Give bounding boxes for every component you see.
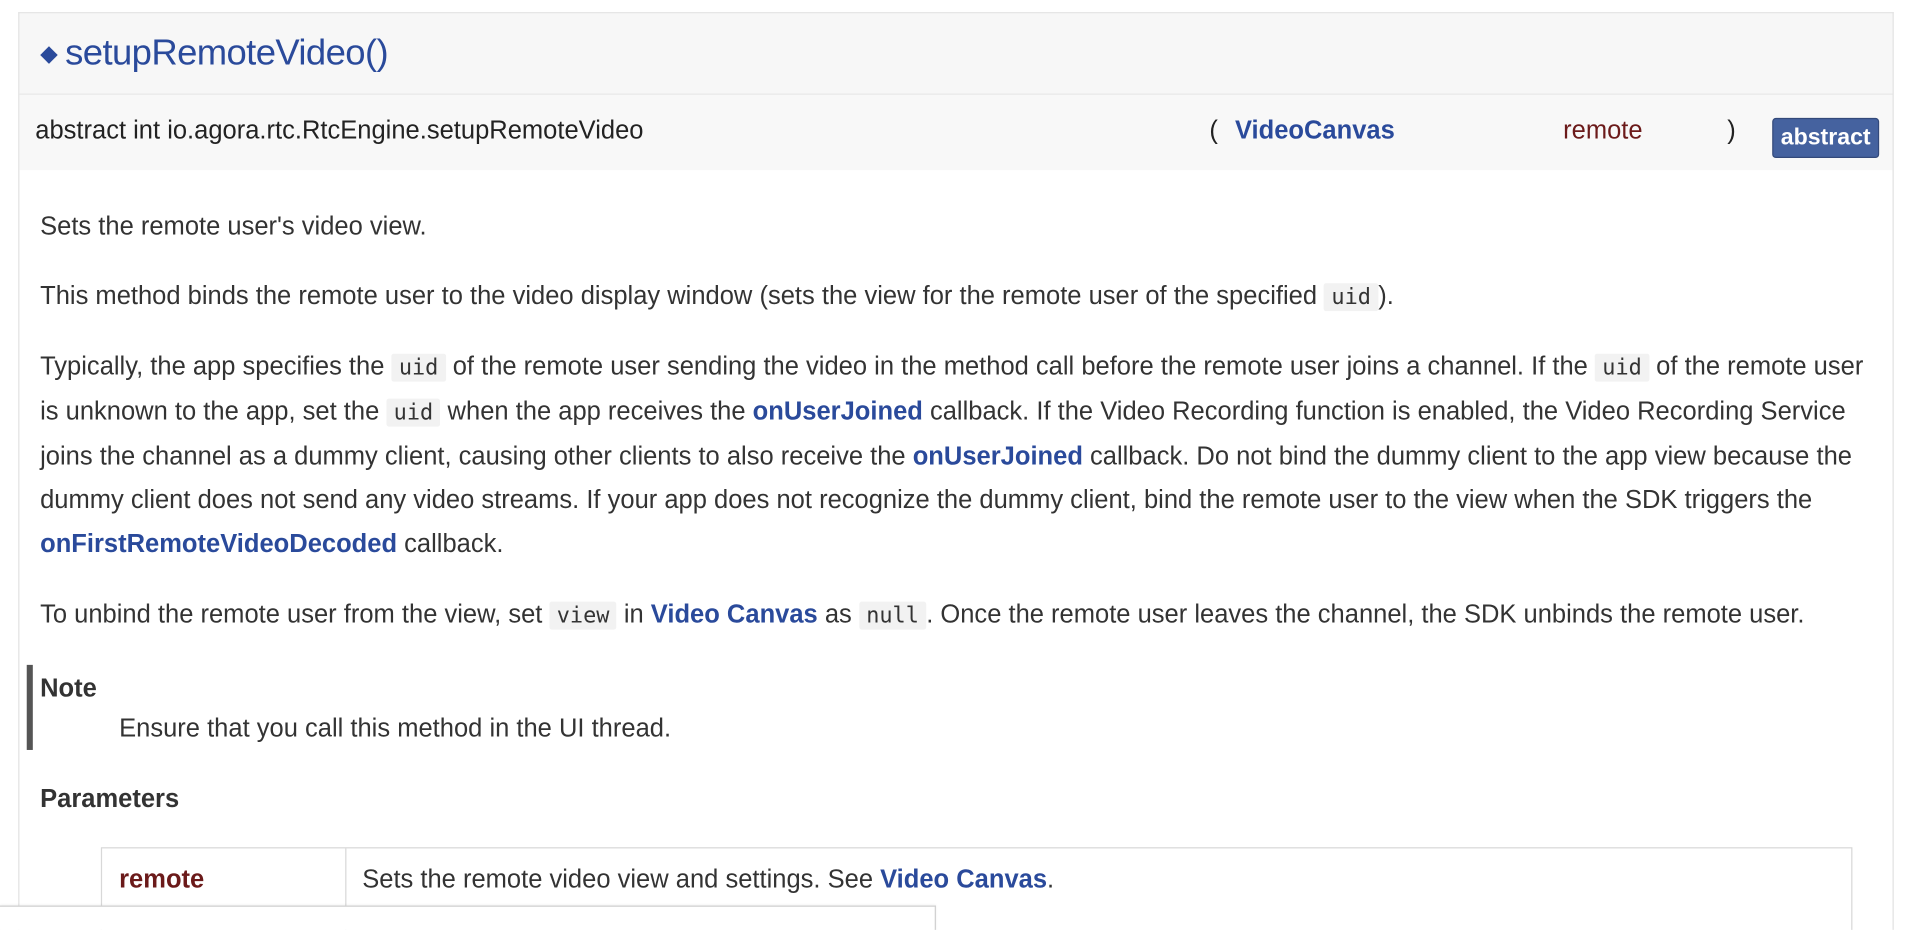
note-title: Note bbox=[40, 674, 97, 703]
text-run: . Once the remote user leaves the channe… bbox=[926, 600, 1805, 629]
text-run: of the remote user sending the video in … bbox=[445, 352, 1595, 381]
video-canvas-link[interactable]: Video Canvas bbox=[651, 600, 818, 628]
text-run: ). bbox=[1378, 281, 1394, 310]
member-doc: Sets the remote user's video view. This … bbox=[19, 170, 1892, 822]
note-body: Ensure that you call this method in the … bbox=[119, 714, 672, 743]
text-run: This method binds the remote user to the… bbox=[40, 281, 1325, 310]
text-run: Typically, the app specifies the bbox=[40, 352, 392, 381]
member-item: ◆ setupRemoteVideo() abstract int io.ago… bbox=[18, 12, 1894, 930]
text-run: callback. bbox=[397, 529, 504, 558]
text-run: To unbind the remote user from the view,… bbox=[40, 600, 550, 629]
abstract-badge: abstract bbox=[1772, 117, 1880, 159]
onuserjoined-link[interactable]: onUserJoined bbox=[913, 442, 1083, 470]
text-run: when the app receives the bbox=[440, 397, 753, 426]
videocanvas-type-link[interactable]: VideoCanvas bbox=[1235, 117, 1395, 146]
doc-paragraph-unbind: To unbind the remote user from the view,… bbox=[40, 566, 1872, 638]
prototype-open-paren: ( bbox=[1209, 116, 1218, 145]
code-uid: uid bbox=[1324, 283, 1379, 312]
onuserjoined-link[interactable]: onUserJoined bbox=[753, 397, 923, 425]
video-canvas-link[interactable]: Video Canvas bbox=[880, 865, 1047, 893]
prototype-close-paren: ) bbox=[1727, 116, 1736, 145]
prototype-param-name: remote bbox=[1563, 116, 1643, 145]
prototype-signature: abstract int io.agora.rtc.RtcEngine.setu… bbox=[35, 116, 644, 145]
parameters-heading: Parameters bbox=[40, 785, 180, 814]
onfirstremotevideodecoded-link[interactable]: onFirstRemoteVideoDecoded bbox=[40, 530, 397, 558]
code-view: view bbox=[549, 601, 617, 630]
doc-paragraph-details: Typically, the app specifies the uid of … bbox=[40, 320, 1872, 567]
note-block: Note Ensure that you call this method in… bbox=[26, 664, 1872, 750]
text-run: Sets the remote video view and settings.… bbox=[362, 865, 881, 894]
member-title-bar: ◆ setupRemoteVideo() bbox=[19, 13, 1893, 95]
text-run: as bbox=[817, 600, 859, 629]
text-run: in bbox=[616, 600, 651, 629]
doc-paragraph-summary: Sets the remote user's video view. bbox=[40, 212, 427, 241]
page: ◆ setupRemoteVideo() abstract int io.ago… bbox=[0, 0, 1906, 930]
member-title: setupRemoteVideo() bbox=[65, 32, 389, 73]
code-null: null bbox=[858, 601, 927, 630]
code-uid: uid bbox=[1594, 353, 1650, 382]
doc-paragraph-binding: This method binds the remote user to the… bbox=[40, 249, 1872, 319]
member-prototype: abstract int io.agora.rtc.RtcEngine.setu… bbox=[19, 94, 1893, 171]
diamond-icon: ◆ bbox=[40, 40, 58, 67]
text-run: . bbox=[1047, 865, 1055, 894]
code-uid: uid bbox=[386, 398, 441, 427]
code-uid: uid bbox=[391, 353, 446, 382]
bottom-overlay-panel bbox=[0, 905, 936, 930]
